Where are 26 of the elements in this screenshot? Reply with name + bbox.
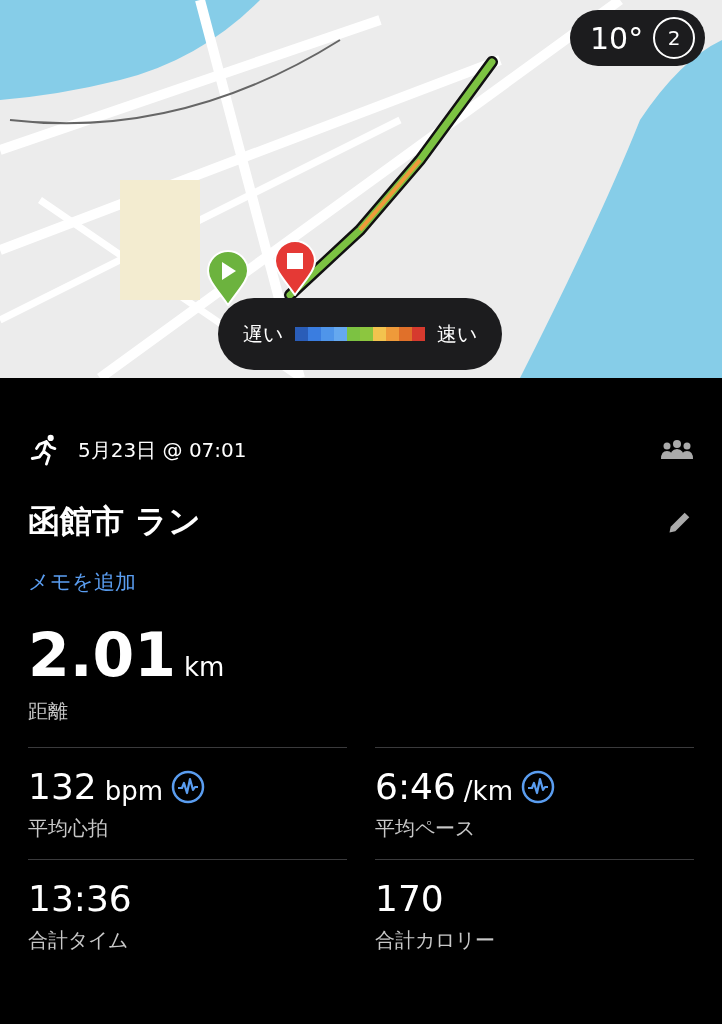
distance-unit: km bbox=[184, 652, 225, 682]
activity-date: 5月23日 @ 07:01 bbox=[78, 436, 248, 464]
stat-value: 132 bbox=[28, 766, 97, 807]
distance-label: 距離 bbox=[28, 698, 69, 725]
activity-title: 函館市 ラン bbox=[28, 501, 203, 542]
stat-label: 合計タイム bbox=[28, 927, 129, 954]
finish-pin-icon bbox=[273, 240, 317, 296]
start-pin-icon bbox=[206, 250, 250, 306]
add-note-link[interactable]: メモを追加 bbox=[28, 568, 136, 596]
stat-label: 平均心拍 bbox=[28, 815, 109, 842]
stat-value: 170 bbox=[375, 878, 444, 919]
temperature: 10° bbox=[590, 20, 644, 56]
group-icon[interactable] bbox=[660, 439, 694, 461]
slow-label: 遅い bbox=[243, 320, 283, 348]
fast-label: 速い bbox=[437, 320, 477, 348]
stat-unit: bpm bbox=[104, 775, 164, 806]
stat-unit: /km bbox=[463, 775, 513, 806]
stat-label: 平均ペース bbox=[375, 815, 476, 842]
compass-button[interactable]: 2 bbox=[653, 17, 696, 59]
heartbeat-chart-icon[interactable] bbox=[521, 769, 555, 804]
distance-value: 2.01 bbox=[28, 620, 177, 690]
stat-label: 合計カロリー bbox=[375, 927, 496, 954]
heartbeat-chart-icon[interactable] bbox=[171, 769, 206, 804]
stat-value: 13:36 bbox=[28, 878, 132, 919]
stat-value: 6:46 bbox=[375, 766, 456, 807]
weather-pill[interactable]: 10° 2 bbox=[570, 10, 706, 66]
